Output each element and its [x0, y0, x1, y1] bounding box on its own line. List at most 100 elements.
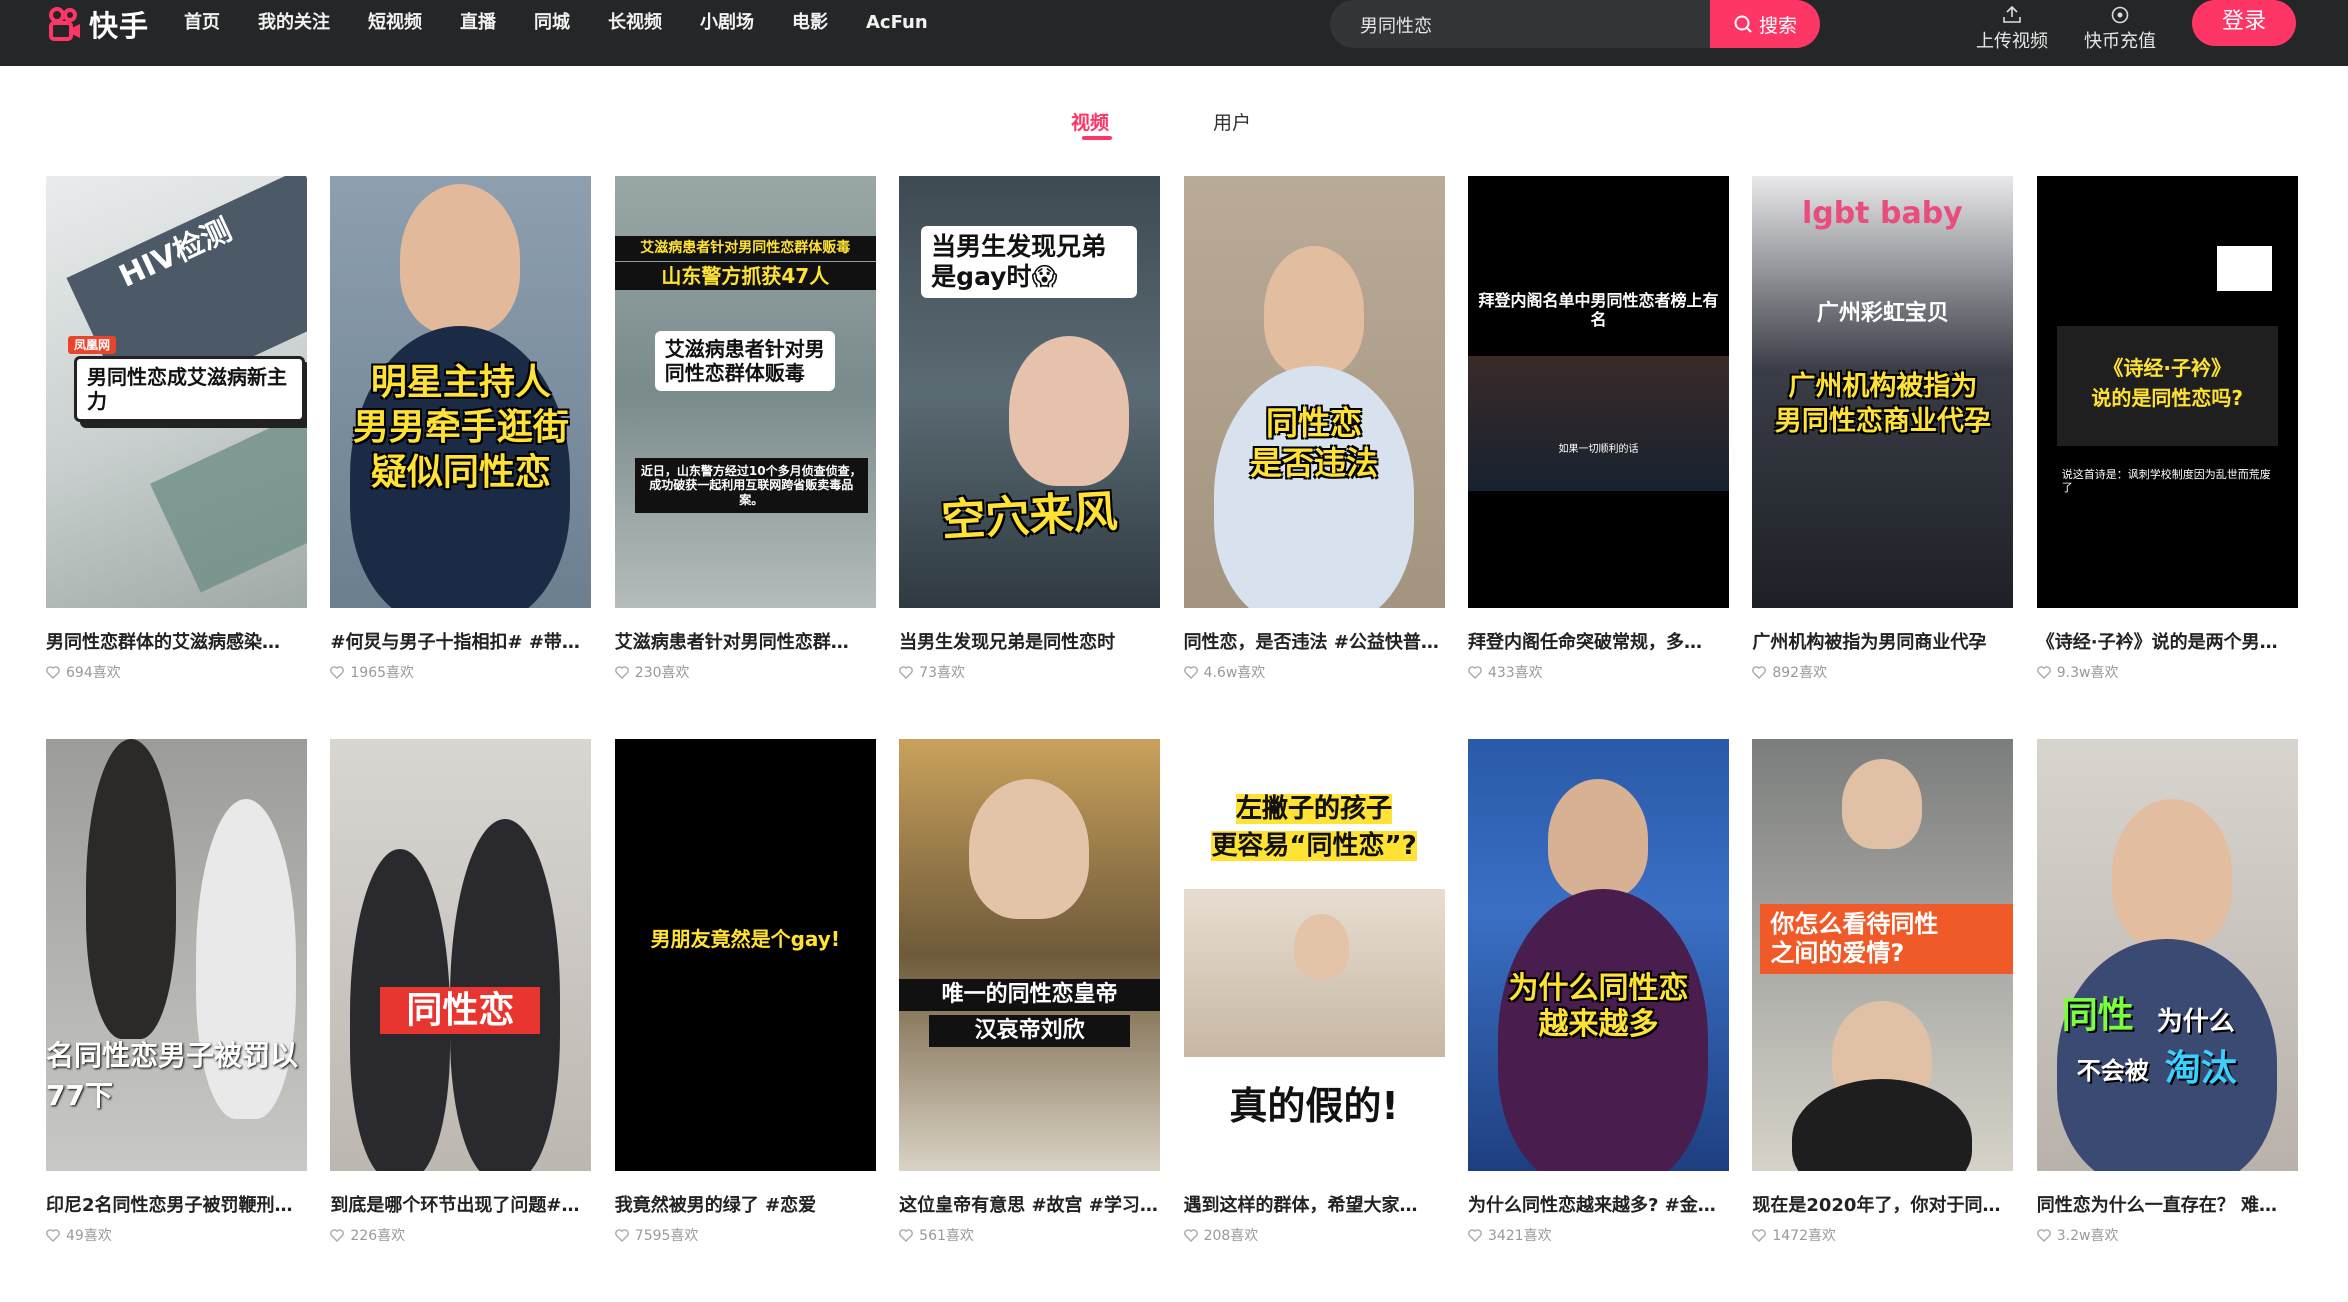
video-card[interactable]: 同性恋 是否违法 同性恋，是否违法 #公益快普… 4.6w喜欢: [1183, 176, 1445, 739]
video-card[interactable]: 男朋友竟然是个gay! 我竟然被男的绿了 #恋爱 7595喜欢: [614, 739, 876, 1302]
like-count: 49喜欢: [46, 1225, 307, 1245]
video-cover[interactable]: 男朋友竟然是个gay!: [614, 739, 876, 1171]
video-card[interactable]: 同性恋 到底是哪个环节出现了问题#… 226喜欢: [330, 739, 592, 1302]
cover-headline: 男同性恋商业代孕: [1774, 406, 1991, 437]
logo[interactable]: 快手: [46, 4, 149, 44]
video-card[interactable]: 左撇子的孩子 更容易“同性恋”? 真的假的! 遇到这样的群体，希望大家… 208…: [1183, 739, 1445, 1302]
video-cover[interactable]: 同性恋 是否违法: [1183, 176, 1445, 608]
cover-headline: 同性: [2061, 995, 2134, 1036]
person-head: [1842, 759, 1923, 849]
nav-item-following[interactable]: 我的关注: [258, 9, 330, 37]
cover-headline: 当男生发现兄弟是gay时😱: [921, 226, 1138, 298]
like-count: 1965喜欢: [330, 662, 591, 682]
nav-item-local[interactable]: 同城: [534, 9, 570, 37]
video-title[interactable]: 广州机构被指为男同商业代孕: [1752, 628, 2013, 654]
cover-headline-line: 你怎么看待同性: [1770, 910, 1939, 938]
heart-icon: [1752, 665, 1767, 679]
video-title[interactable]: 艾滋病患者针对男同性恋群…: [615, 628, 876, 654]
cover-subtext: 说这首诗是：讽刺学校制度因为乱世而荒废了: [2061, 468, 2271, 495]
video-card[interactable]: 为什么同性恋 越来越多 为什么同性恋越来越多? #金… 3421喜欢: [1467, 739, 1729, 1302]
video-cover[interactable]: lgbt baby 广州彩虹宝贝 广州机构被指为 男同性恋商业代孕: [1752, 176, 2014, 608]
video-cover[interactable]: HIV检测 凤凰网 男同性恋成艾滋病新主力: [46, 176, 307, 608]
video-cover[interactable]: 同性 为什么 不会被 淘汰: [2036, 739, 2298, 1171]
video-cover[interactable]: 拜登内阁名单中男同性恋者榜上有名 如果一切顺利的话: [1467, 176, 1729, 608]
nav-item-live[interactable]: 直播: [460, 9, 496, 37]
like-count-text: 433喜欢: [1487, 665, 1543, 681]
video-card[interactable]: 唯一的同性恋皇帝 汉哀帝刘欣 这位皇帝有意思 #故宫 #学习… 561喜欢: [899, 739, 1161, 1302]
video-cover[interactable]: 左撇子的孩子 更容易“同性恋”? 真的假的!: [1183, 739, 1445, 1171]
video-title[interactable]: 拜登内阁任命突破常规，多…: [1468, 628, 1729, 654]
video-title[interactable]: 当男生发现兄弟是同性恋时: [899, 628, 1160, 654]
video-cover[interactable]: 同性恋: [330, 739, 592, 1171]
video-title[interactable]: 遇到这样的群体，希望大家…: [1184, 1191, 1445, 1217]
nav-item-home[interactable]: 首页: [184, 9, 220, 37]
video-title[interactable]: 同性恋，是否违法 #公益快普…: [1184, 628, 1445, 654]
video-card[interactable]: 《诗经·子衿》 说的是同性恋吗? 说这首诗是：讽刺学校制度因为乱世而荒废了 《诗…: [2036, 176, 2298, 739]
video-title[interactable]: 《诗经·子衿》说的是两个男…: [2037, 628, 2298, 654]
video-cover[interactable]: 艾滋病患者针对男同性恋群体贩毒 山东警方抓获47人 艾滋病患者针对男同性恋群体贩…: [614, 176, 876, 608]
cover-headline: 《诗经·子衿》: [2103, 356, 2232, 380]
cover-headline-line: 之间的爱情?: [1770, 938, 1905, 967]
cover-headline: 艾滋病患者针对男同性恋群体贩毒: [614, 236, 876, 261]
tab-video[interactable]: 视频: [1071, 108, 1109, 135]
cover-headline: 名同性恋男子被罚以: [46, 1039, 299, 1072]
nav-item-movie[interactable]: 电影: [792, 9, 828, 37]
video-cover[interactable]: 为什么同性恋 越来越多: [1467, 739, 1729, 1171]
brand-name: 快手: [89, 9, 150, 43]
like-count: 1472喜欢: [1752, 1225, 2013, 1245]
video-title[interactable]: 到底是哪个环节出现了问题#…: [330, 1191, 591, 1217]
like-count: 7595喜欢: [614, 1225, 876, 1245]
video-cover[interactable]: 你怎么看待同性 之间的爱情?: [1752, 739, 2014, 1171]
video-card[interactable]: 当男生发现兄弟是gay时😱 空穴来风 当男生发现兄弟是同性恋时 73喜欢: [899, 176, 1161, 739]
heart-icon: [614, 1228, 629, 1242]
video-title[interactable]: 为什么同性恋越来越多? #金…: [1468, 1191, 1729, 1217]
video-card[interactable]: HIV检测 凤凰网 男同性恋成艾滋病新主力 男同性恋群体的艾滋病感染… 694喜…: [46, 176, 307, 739]
video-title[interactable]: 这位皇帝有意思 #故宫 #学习…: [899, 1191, 1160, 1217]
person-head: [1293, 914, 1349, 979]
video-title[interactable]: 同性恋为什么一直存在？ 难…: [2037, 1191, 2298, 1217]
video-title[interactable]: 我竟然被男的绿了 #恋爱: [615, 1191, 876, 1217]
login-button[interactable]: 登录: [2192, 0, 2296, 46]
video-card[interactable]: 艾滋病患者针对男同性恋群体贩毒 山东警方抓获47人 艾滋病患者针对男同性恋群体贩…: [614, 176, 876, 739]
cover-headline-text: 更容易“同性恋”?: [1211, 831, 1417, 861]
video-title[interactable]: 现在是2020年了，你对于同…: [1752, 1191, 2013, 1217]
upload-video-button[interactable]: 上传视频: [1962, 0, 2062, 53]
video-cover[interactable]: 《诗经·子衿》 说的是同性恋吗? 说这首诗是：讽刺学校制度因为乱世而荒废了: [2036, 176, 2298, 608]
main-nav: 首页 我的关注 短视频 直播 同城 长视频 小剧场 电影 AcFun: [184, 9, 966, 37]
recharge-label: 快币充值: [2084, 31, 2156, 52]
like-count-text: 208喜欢: [1203, 1228, 1259, 1244]
video-title[interactable]: 男同性恋群体的艾滋病感染…: [46, 628, 307, 654]
video-cover[interactable]: 名同性恋男子被罚以 77下: [46, 739, 307, 1171]
search-input[interactable]: [1330, 0, 1742, 48]
tab-user[interactable]: 用户: [1213, 108, 1251, 135]
like-count: 3.2w喜欢: [2036, 1225, 2298, 1245]
nav-item-short-video[interactable]: 短视频: [368, 9, 422, 37]
video-card[interactable]: lgbt baby 广州彩虹宝贝 广州机构被指为 男同性恋商业代孕 广州机构被指…: [1752, 176, 2014, 739]
recharge-button[interactable]: 快币充值: [2070, 0, 2170, 53]
video-card[interactable]: 拜登内阁名单中男同性恋者榜上有名 如果一切顺利的话 拜登内阁任命突破常规，多… …: [1467, 176, 1729, 739]
video-cover[interactable]: 明星主持人 男男牵手逛街 疑似同性恋: [330, 176, 592, 608]
like-count: 561喜欢: [899, 1225, 1160, 1245]
nav-item-acfun[interactable]: AcFun: [866, 9, 928, 37]
nav-item-mini-theater[interactable]: 小剧场: [700, 9, 754, 37]
like-count-text: 9.3w喜欢: [2056, 665, 2119, 681]
video-title[interactable]: #何炅与男子十指相扣# #带你…: [330, 628, 591, 654]
video-card[interactable]: 你怎么看待同性 之间的爱情? 现在是2020年了，你对于同… 1472喜欢: [1752, 739, 2014, 1302]
cover-headline: 你怎么看待同性 之间的爱情?: [1760, 904, 2014, 974]
cover-headline: 左撇子的孩子: [1184, 794, 1445, 825]
nav-item-long-video[interactable]: 长视频: [608, 9, 662, 37]
video-card[interactable]: 明星主持人 男男牵手逛街 疑似同性恋 #何炅与男子十指相扣# #带你… 1965…: [330, 176, 592, 739]
like-count-text: 561喜欢: [919, 1228, 974, 1244]
person-body: [1792, 1079, 1973, 1171]
video-cover[interactable]: 唯一的同性恋皇帝 汉哀帝刘欣: [899, 739, 1161, 1171]
like-count: 433喜欢: [1468, 662, 1729, 682]
video-title[interactable]: 印尼2名同性恋男子被罚鞭刑…: [46, 1191, 307, 1217]
cover-headline: 男朋友竟然是个gay!: [650, 927, 840, 951]
search-button[interactable]: 搜索: [1710, 0, 1820, 48]
heart-icon: [899, 665, 914, 679]
video-card[interactable]: 同性 为什么 不会被 淘汰 同性恋为什么一直存在？ 难… 3.2w喜欢: [2036, 739, 2298, 1302]
video-cover[interactable]: 当男生发现兄弟是gay时😱 空穴来风: [899, 176, 1161, 608]
video-card[interactable]: 名同性恋男子被罚以 77下 印尼2名同性恋男子被罚鞭刑… 49喜欢: [46, 739, 307, 1302]
like-count: 892喜欢: [1752, 662, 2013, 682]
heart-icon: [1468, 1228, 1482, 1242]
